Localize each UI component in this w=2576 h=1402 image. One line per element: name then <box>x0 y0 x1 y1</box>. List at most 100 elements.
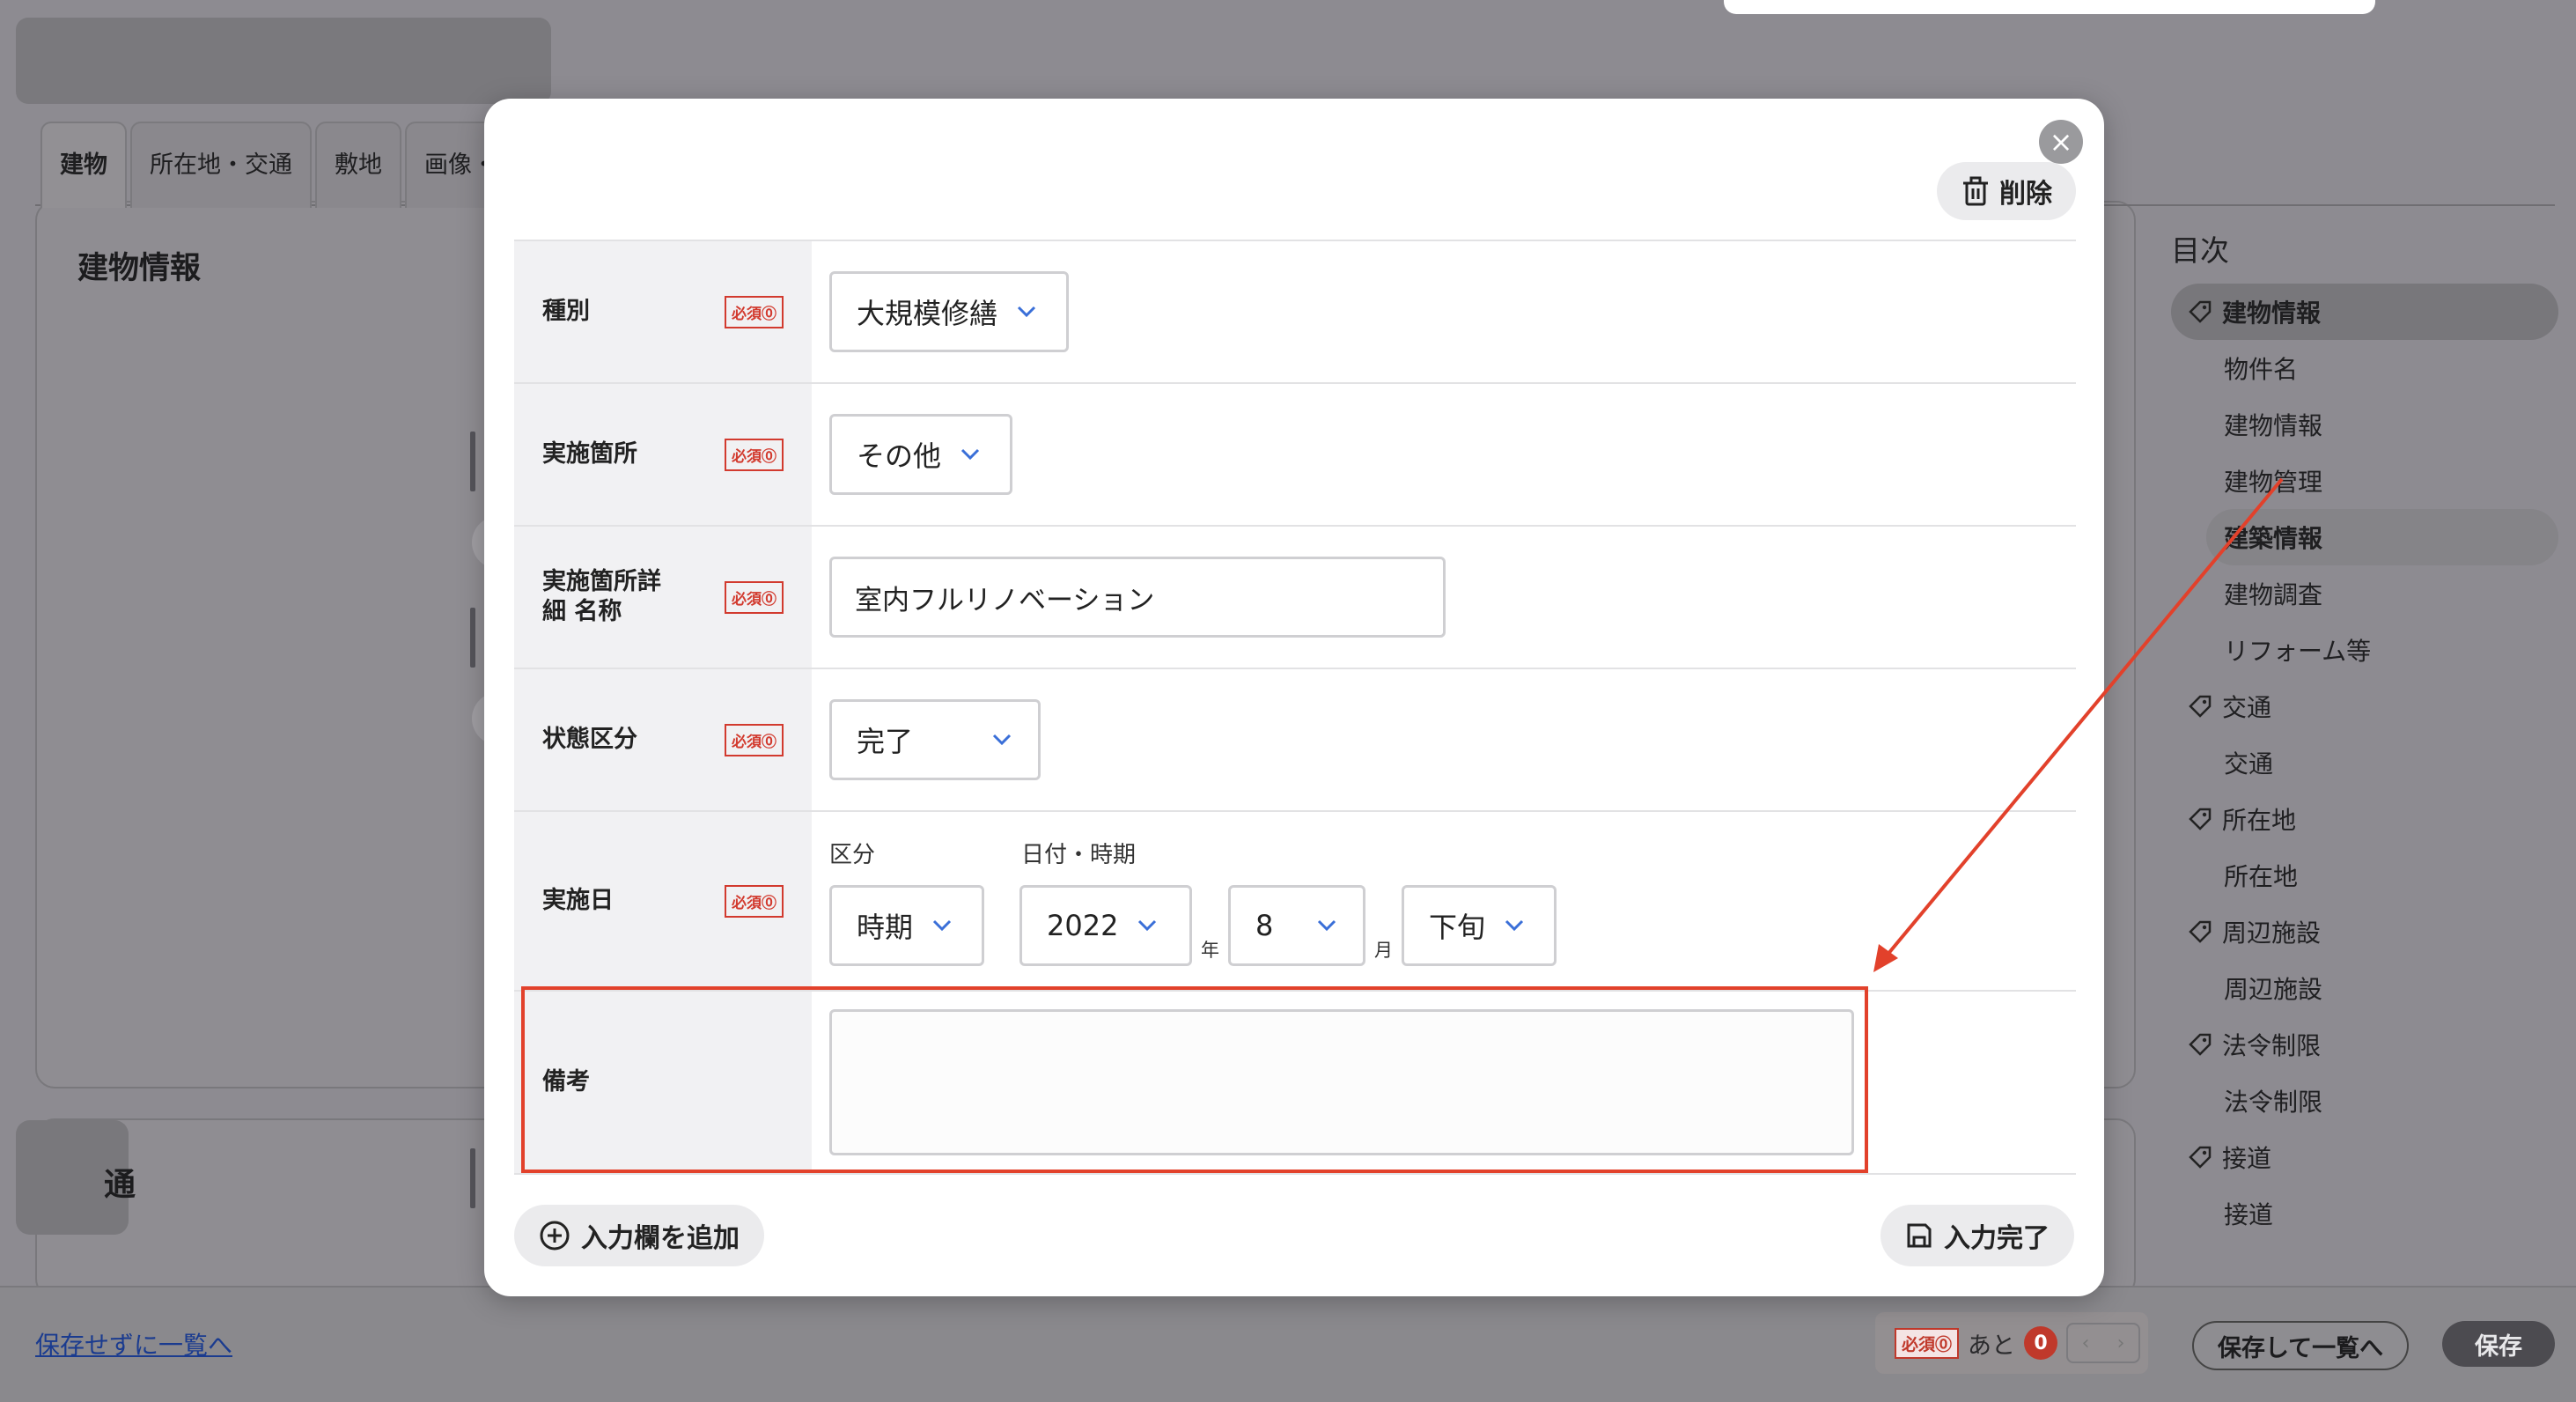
bg-marker <box>470 432 475 491</box>
toc-label: 法令制限 <box>2222 1031 2322 1060</box>
chevron-down-icon <box>1317 919 1336 931</box>
select-value: 時期 <box>857 910 914 944</box>
toc-link[interactable]: 建物情報 <box>2171 396 2558 453</box>
delete-button[interactable]: 削除 <box>1937 162 2076 220</box>
toc-label: 法令制限 <box>2224 1088 2323 1117</box>
chevron-down-icon <box>960 448 980 461</box>
top-popup <box>1724 0 2375 14</box>
chevron-left-icon[interactable]: ‹ <box>2082 1332 2090 1354</box>
add-field-label: 入力欄を追加 <box>581 1223 740 1254</box>
tag-icon <box>2189 300 2212 323</box>
tab-location-transport[interactable]: 所在地・交通 <box>130 122 312 208</box>
form-row-location-detail: 実施箇所詳細 名称 必須⓪ 室内フルリノベーション <box>514 525 2076 668</box>
year-select[interactable]: 2022 <box>1019 884 1192 966</box>
toc-label: 物件名 <box>2224 355 2299 384</box>
toc-section[interactable]: 建物情報 <box>2171 284 2558 340</box>
toc-label: 建物情報 <box>2224 411 2323 440</box>
chevron-down-icon <box>1138 919 1157 931</box>
form-row-location: 実施箇所 必須⓪ その他 <box>514 382 2076 525</box>
toc-label: 建物情報 <box>2222 299 2322 328</box>
close-icon[interactable]: × <box>2039 120 2083 164</box>
type-select[interactable]: 大規模修繕 <box>829 271 1069 352</box>
back-without-saving-link[interactable]: 保存せずに一覧へ <box>35 1326 232 1361</box>
required-badge: 必須⓪ <box>725 295 784 328</box>
form-label-cell: 実施箇所 必須⓪ <box>514 384 812 525</box>
tab-site[interactable]: 敷地 <box>315 122 401 208</box>
date-controls: 時期 2022 年 8 月 下旬 <box>829 884 1557 966</box>
select-value: 下旬 <box>1429 910 1486 944</box>
select-value: 大規模修繕 <box>857 297 998 330</box>
form-label-cell: 実施箇所詳細 名称 必須⓪ <box>514 527 812 668</box>
tab-building[interactable]: 建物 <box>40 122 127 208</box>
save-button[interactable]: 保存 <box>2442 1321 2555 1367</box>
month-unit: 月 <box>1374 939 1393 961</box>
field-label: 種別 <box>542 298 590 325</box>
bg-marker <box>470 608 475 668</box>
required-badge: 必須⓪ <box>1895 1327 1960 1359</box>
toc-title: 目次 <box>2171 233 2229 268</box>
select-value: 完了 <box>857 725 914 758</box>
form-label-cell: 状態区分 必須⓪ <box>514 669 812 810</box>
building-info-title: 建物情報 <box>77 251 202 286</box>
period-select[interactable]: 下旬 <box>1402 884 1557 966</box>
date-sub-labels: 区分 日付・時期 <box>829 837 1136 869</box>
field-label: 状態区分 <box>542 726 637 753</box>
month-select[interactable]: 8 <box>1228 884 1365 966</box>
form-row-type: 種別 必須⓪ 大規模修繕 <box>514 240 2076 382</box>
required-badge: 必須⓪ <box>725 884 784 918</box>
trash-icon <box>1963 176 1988 206</box>
toc-link[interactable]: 物件名 <box>2171 340 2558 396</box>
select-value: その他 <box>857 439 942 473</box>
tag-icon <box>2189 1033 2212 1056</box>
chevron-down-icon <box>992 734 1012 746</box>
toc-section[interactable]: 接道 <box>2171 1129 2558 1185</box>
chevron-right-icon[interactable]: › <box>2117 1332 2125 1354</box>
select-value: 8 <box>1255 908 1274 942</box>
bg-marker <box>470 1148 475 1208</box>
year-unit: 年 <box>1201 939 1219 961</box>
tag-icon <box>2189 1146 2212 1169</box>
required-badge: 必須⓪ <box>725 580 784 614</box>
toc-label: 接道 <box>2224 1200 2274 1229</box>
toc-label: 接道 <box>2222 1144 2272 1173</box>
select-value: 2022 <box>1047 908 1119 942</box>
required-remaining-indicator: 必須⓪ あと 0 ‹ › <box>1875 1312 2148 1374</box>
field-label: 実施箇所詳細 名称 <box>542 568 661 625</box>
form-value-cell: 大規模修繕 <box>812 241 2076 382</box>
toc-link[interactable]: 法令制限 <box>2171 1073 2558 1129</box>
header-placeholder <box>16 18 551 104</box>
second-card-title: 通 <box>104 1167 136 1203</box>
chevron-down-icon <box>1505 919 1524 931</box>
division-label: 区分 <box>829 841 876 868</box>
status-select[interactable]: 完了 <box>829 699 1041 780</box>
toc-link[interactable]: 接道 <box>2171 1185 2558 1242</box>
toc-section[interactable]: 法令制限 <box>2171 1016 2558 1073</box>
field-label: 実施箇所 <box>542 440 637 468</box>
chevron-down-icon <box>932 919 952 931</box>
required-badge: 必須⓪ <box>725 723 784 756</box>
form-label-cell: 種別 必須⓪ <box>514 241 812 382</box>
delete-label: 削除 <box>1999 179 2052 210</box>
required-nav[interactable]: ‹ › <box>2066 1323 2141 1363</box>
chevron-down-icon <box>1017 306 1036 318</box>
remaining-label: あと <box>1968 1332 2016 1360</box>
required-badge: 必須⓪ <box>725 438 784 471</box>
save-disk-icon <box>1907 1223 1932 1248</box>
input-done-button[interactable]: 入力完了 <box>1880 1205 2074 1266</box>
annotation-arrow <box>1873 477 2284 972</box>
form-row-status: 状態区分 必須⓪ 完了 <box>514 668 2076 810</box>
tab-bar: 建物 所在地・交通 敷地 画像・ <box>40 122 515 208</box>
add-field-button[interactable]: 入力欄を追加 <box>514 1205 764 1266</box>
highlight-annotation <box>521 986 1868 1173</box>
save-and-list-button[interactable]: 保存して一覧へ <box>2192 1321 2409 1370</box>
plus-circle-icon <box>540 1221 570 1251</box>
location-select[interactable]: その他 <box>829 414 1012 495</box>
form-row-date: 実施日 必須⓪ 区分 日付・時期 時期 2022 年 8 月 下旬 <box>514 810 2076 990</box>
remaining-count: 0 <box>2024 1326 2058 1360</box>
field-label: 実施日 <box>542 887 614 914</box>
footer-bar <box>0 1286 2576 1402</box>
form-label-cell: 実施日 必須⓪ <box>514 812 812 990</box>
division-select[interactable]: 時期 <box>829 884 984 966</box>
date-period-label: 日付・時期 <box>1021 841 1137 868</box>
location-detail-input[interactable]: 室内フルリノベーション <box>829 557 1446 638</box>
